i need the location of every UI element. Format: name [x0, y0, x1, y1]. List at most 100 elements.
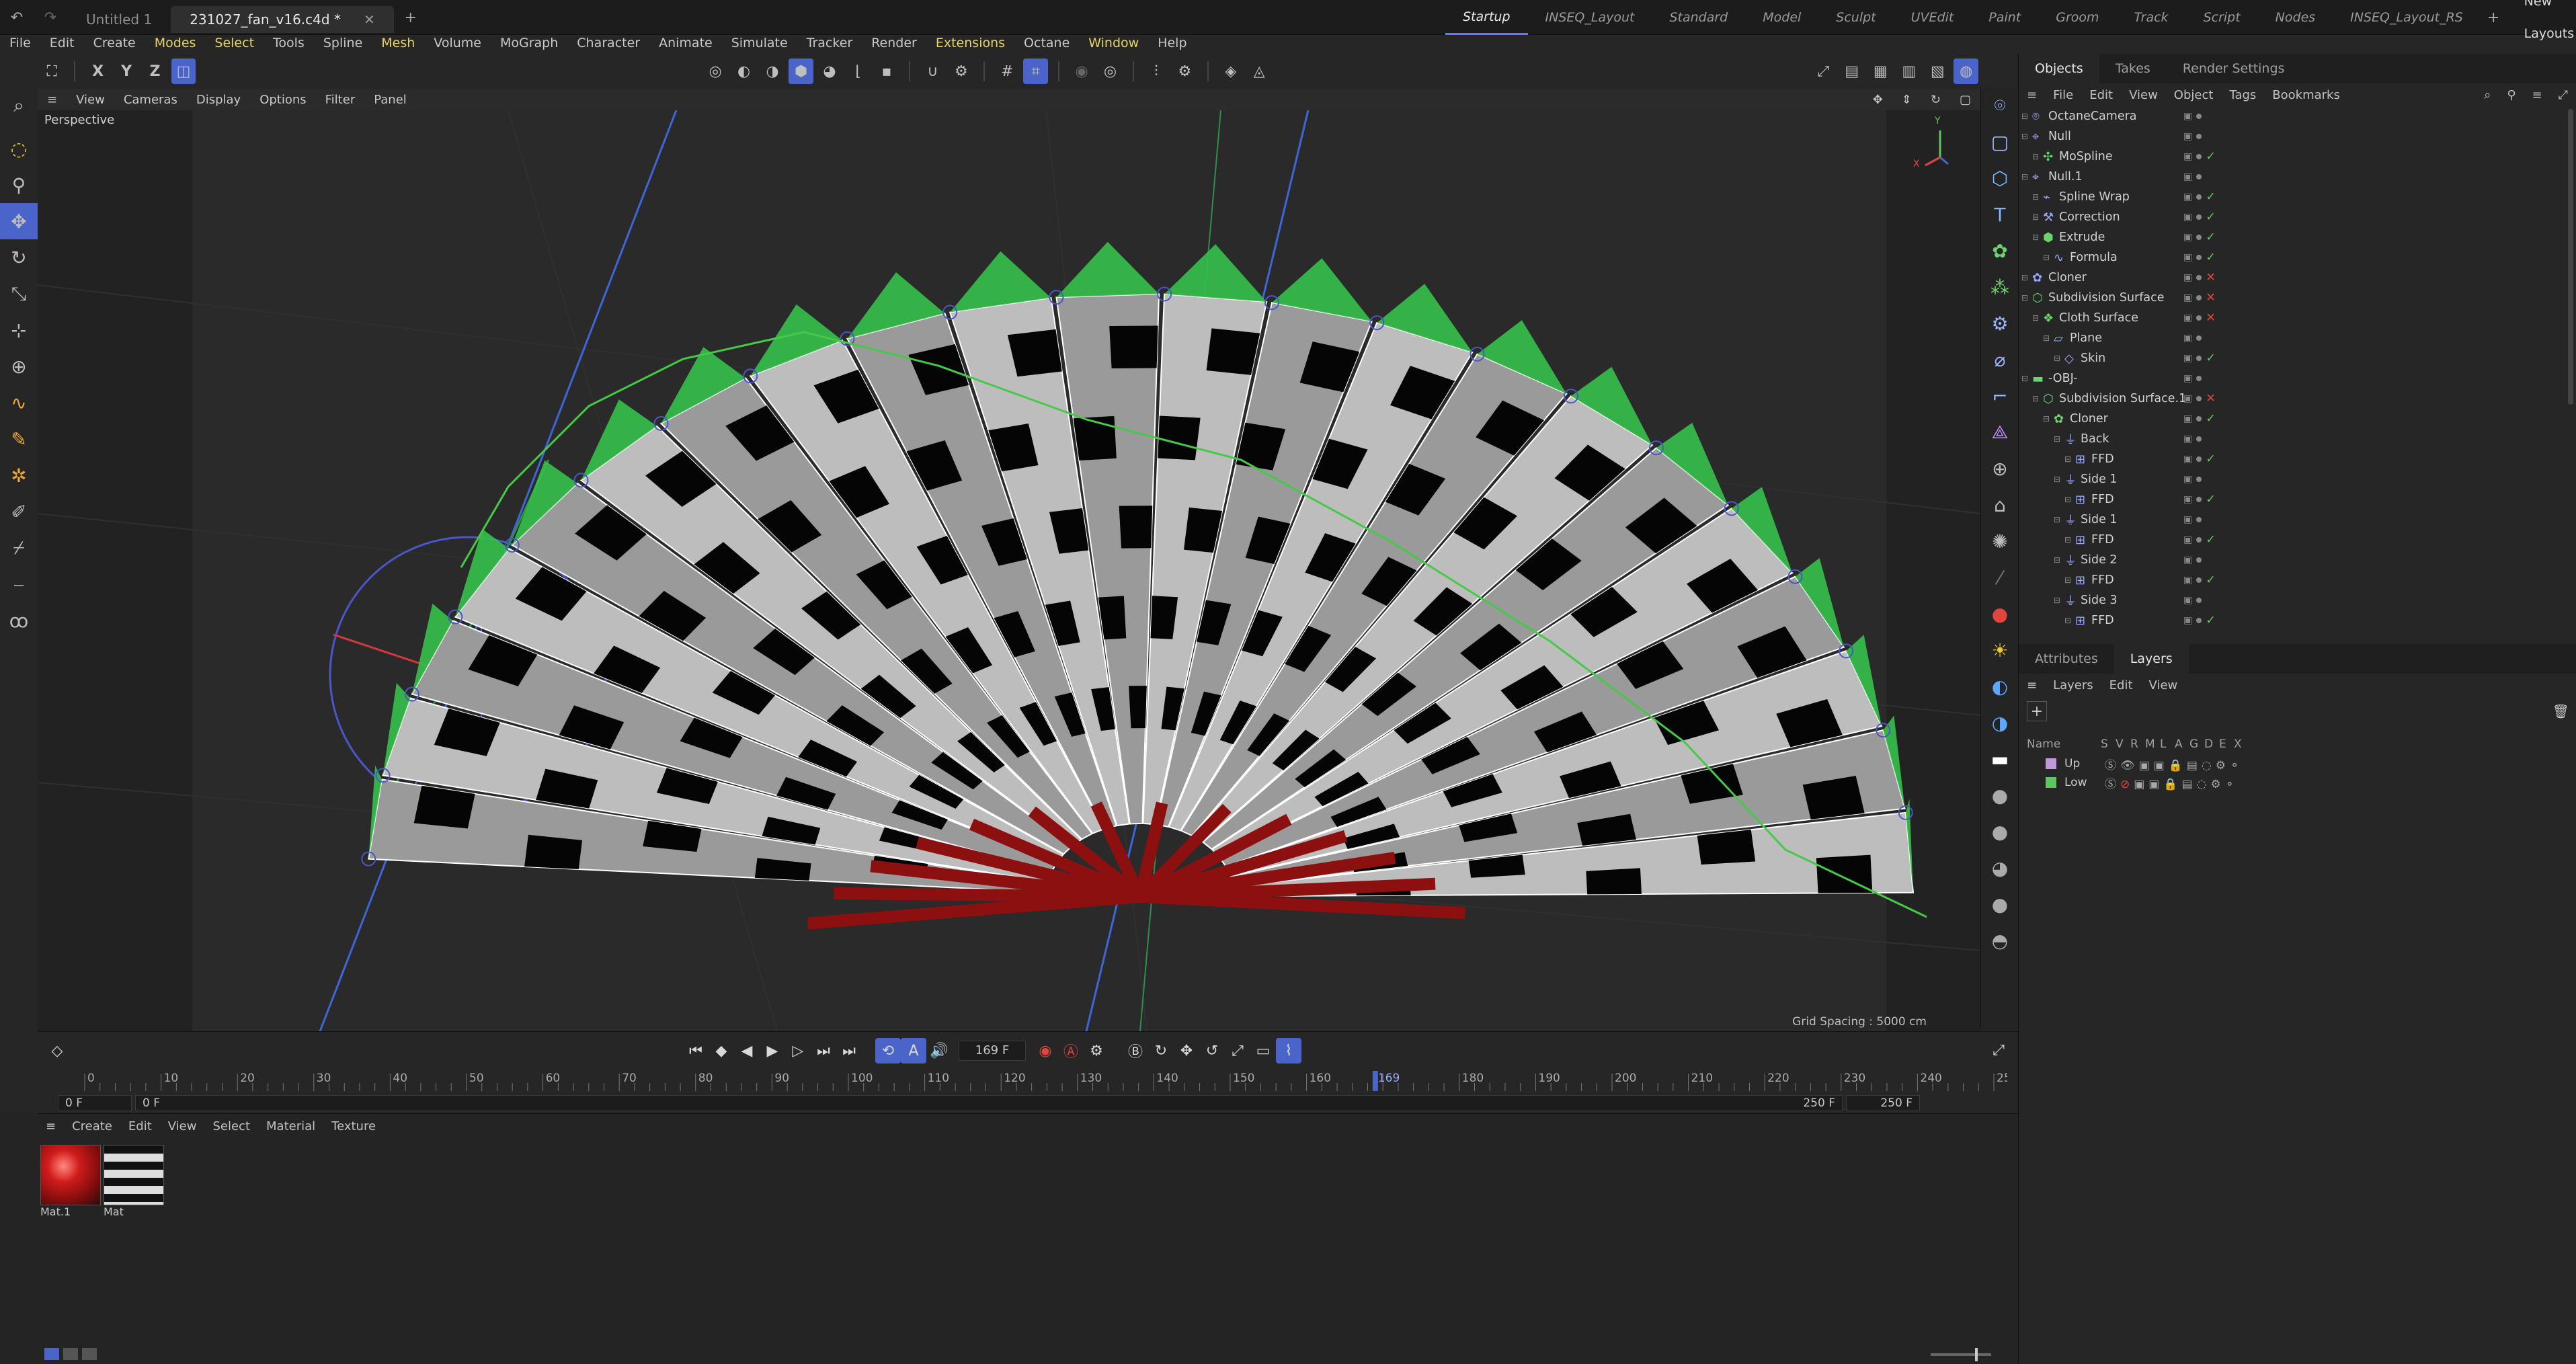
edit-lock-icon[interactable]: ▣ — [2183, 313, 2192, 323]
layer-row-up[interactable]: Up Ⓢ👁▣▣🔒▤◌⚙⚬ — [2019, 754, 2576, 773]
edit-lock-icon[interactable]: ▣ — [2183, 373, 2192, 384]
cube-outline-icon[interactable]: ▢ — [1981, 124, 2019, 160]
render-settings-icon[interactable]: ▧ — [1925, 58, 1949, 84]
selection-filter-icon[interactable]: ⚲ — [0, 167, 38, 203]
spline-pen-icon[interactable]: ∿ — [0, 385, 38, 421]
layout-paint[interactable]: Paint — [1971, 1, 2038, 34]
objects-menu-edit[interactable]: Edit — [2081, 88, 2121, 102]
edit-lock-icon[interactable]: ▣ — [2183, 555, 2192, 565]
expand-toggle-icon[interactable]: ⊟ — [2032, 212, 2039, 222]
soft-select-icon[interactable]: ◉ — [1070, 58, 1094, 84]
render-queue-icon[interactable]: ▥ — [1897, 58, 1921, 84]
edit-lock-icon[interactable]: ▣ — [2183, 232, 2192, 243]
material-thumbnail[interactable] — [104, 1145, 164, 1205]
visibility-dot[interactable] — [2196, 537, 2202, 543]
visibility-dot[interactable] — [2196, 598, 2202, 603]
spline-object-icon[interactable]: ⌐ — [1981, 378, 2019, 414]
visibility-dot[interactable] — [2196, 275, 2202, 280]
expand-toggle-icon[interactable]: ⊟ — [2021, 273, 2028, 282]
disabled-cross-icon[interactable]: ✕ — [2206, 271, 2216, 284]
light-icon[interactable]: ✺ — [1981, 523, 2019, 559]
octane-env-icon[interactable]: ◐ — [1981, 668, 2019, 705]
expand-toggle-icon[interactable]: ⊟ — [2032, 233, 2039, 242]
edit-lock-icon[interactable]: ▣ — [2183, 494, 2192, 505]
dynamic-placement-icon[interactable]: ⊕ — [0, 348, 38, 385]
object-row[interactable]: ⊟ ⊞ FFD ▣ ✓ — [2019, 489, 2576, 510]
menu-character[interactable]: Character — [567, 35, 649, 51]
sound-icon[interactable]: 🔊 — [926, 1038, 952, 1064]
edit-lock-icon[interactable]: ▣ — [2183, 474, 2192, 485]
layout-model[interactable]: Model — [1745, 1, 1818, 34]
menu-animate[interactable]: Animate — [649, 35, 722, 51]
menu-tools[interactable]: Tools — [264, 35, 314, 51]
enabled-check-icon[interactable]: ✓ — [2206, 533, 2216, 547]
visibility-dot[interactable] — [2196, 255, 2202, 260]
object-row[interactable]: ⊟ ⬡ Subdivision Surface ▣ ✕ — [2019, 288, 2576, 308]
visibility-dot[interactable] — [2196, 376, 2202, 381]
record-rotation-icon[interactable]: ↻ — [1148, 1038, 1174, 1064]
expand-toggle-icon[interactable]: ⊟ — [2064, 535, 2071, 545]
expand-toggle-icon[interactable]: ⊟ — [2064, 454, 2071, 464]
record-position-icon[interactable]: Ⓑ — [1123, 1038, 1148, 1064]
expand-toggle-icon[interactable]: ⊟ — [2043, 253, 2050, 262]
move-tool-icon[interactable]: ✥ — [0, 203, 38, 239]
go-to-start-icon[interactable]: ⏮ — [683, 1038, 709, 1064]
visibility-dot[interactable] — [2196, 416, 2202, 422]
scene-nodes-icon[interactable]: ⟁ — [1981, 414, 2019, 450]
material-menu-select[interactable]: Select — [204, 1119, 258, 1133]
material-menu-view[interactable]: View — [160, 1119, 205, 1133]
enabled-check-icon[interactable]: ✓ — [2206, 150, 2216, 163]
visibility-dot[interactable] — [2196, 114, 2202, 119]
material-menu-create[interactable]: Create — [64, 1119, 120, 1133]
environment-icon[interactable]: ⊕ — [1981, 450, 2019, 487]
visibility-dot[interactable] — [2196, 557, 2202, 563]
record-icon[interactable]: ◉ — [1033, 1038, 1058, 1064]
render-picture-icon[interactable]: ▦ — [1868, 58, 1892, 84]
layers-menu-layers[interactable]: Layers — [2045, 678, 2101, 692]
object-row[interactable]: ⊟ ⏚ Side 1 ▣ — [2019, 469, 2576, 489]
layout-startup[interactable]: Startup — [1445, 1, 1528, 35]
expand-toggle-icon[interactable]: ⊟ — [2021, 293, 2028, 303]
enabled-check-icon[interactable]: ✓ — [2206, 190, 2216, 204]
expand-toggle-icon[interactable]: ⊟ — [2021, 374, 2028, 383]
texture-mode-icon[interactable]: ◕ — [817, 58, 842, 84]
layer-toggles[interactable]: Ⓢ⊘▣▣🔒▤◌⚙⚬ — [2105, 774, 2239, 791]
measure-icon[interactable]: ⎯ — [0, 566, 38, 602]
edit-lock-icon[interactable]: ▣ — [2183, 192, 2192, 202]
render-region-icon[interactable]: ⤢ — [1811, 58, 1835, 84]
menu-window[interactable]: Window — [1079, 35, 1148, 51]
expand-toggle-icon[interactable]: ⊟ — [2064, 495, 2071, 504]
visibility-dot[interactable] — [2196, 235, 2202, 240]
octane-camera-icon[interactable]: ● — [1981, 596, 2019, 632]
settings-icon[interactable]: ⚙ — [1172, 58, 1197, 84]
layout-groom[interactable]: Groom — [2038, 1, 2116, 34]
layout-inseq-rs[interactable]: INSEQ_Layout_RS — [2333, 1, 2481, 34]
add-layer-button[interactable]: + — [2027, 701, 2047, 721]
spline-sketch-icon[interactable]: ✎ — [0, 421, 38, 457]
menu-modes[interactable]: Modes — [145, 35, 206, 51]
object-row[interactable]: ⊟ ⬡ Subdivision Surface.1 ▣ ✕ — [2019, 389, 2576, 409]
3d-viewport[interactable]: Perspective Y X Grid Spacing : 5000 cm — [38, 110, 1980, 1031]
visibility-dot[interactable] — [2196, 214, 2202, 220]
lasso-icon[interactable]: ꝏ — [0, 602, 38, 639]
object-row[interactable]: ⊟ ▱ Plane ▣ — [2019, 328, 2576, 348]
visibility-dot[interactable] — [2196, 315, 2202, 321]
toggle-view-icon[interactable]: ▢ — [1950, 93, 1980, 107]
disabled-cross-icon[interactable]: ✕ — [2206, 311, 2216, 325]
object-row[interactable]: ⊟ ⌖ Null ▣ — [2019, 126, 2576, 147]
viewport-menu-view[interactable]: View — [67, 93, 114, 107]
disabled-cross-icon[interactable]: ✕ — [2206, 291, 2216, 305]
range-slider[interactable]: 0 F 250 F — [135, 1095, 1843, 1111]
edit-lock-icon[interactable]: ▣ — [2183, 454, 2192, 465]
menu-octane[interactable]: Octane — [1014, 35, 1079, 51]
magnet-icon[interactable]: ∪ — [920, 58, 944, 84]
current-frame-field[interactable]: 169 F — [959, 1041, 1026, 1061]
viewport-menu-panel[interactable]: Panel — [364, 93, 416, 107]
hamburger-icon[interactable]: ≡ — [38, 1119, 64, 1133]
visibility-dot[interactable] — [2196, 436, 2202, 442]
field-icon[interactable]: ⌀ — [1981, 342, 2019, 378]
camera-object-icon[interactable]: ⌾ — [1981, 87, 2019, 124]
menu-volume[interactable]: Volume — [424, 35, 491, 51]
expand-toggle-icon[interactable]: ⊟ — [2054, 515, 2060, 524]
document-tab-fan[interactable]: 231027_fan_v16.c4d * ✕ — [171, 6, 394, 33]
